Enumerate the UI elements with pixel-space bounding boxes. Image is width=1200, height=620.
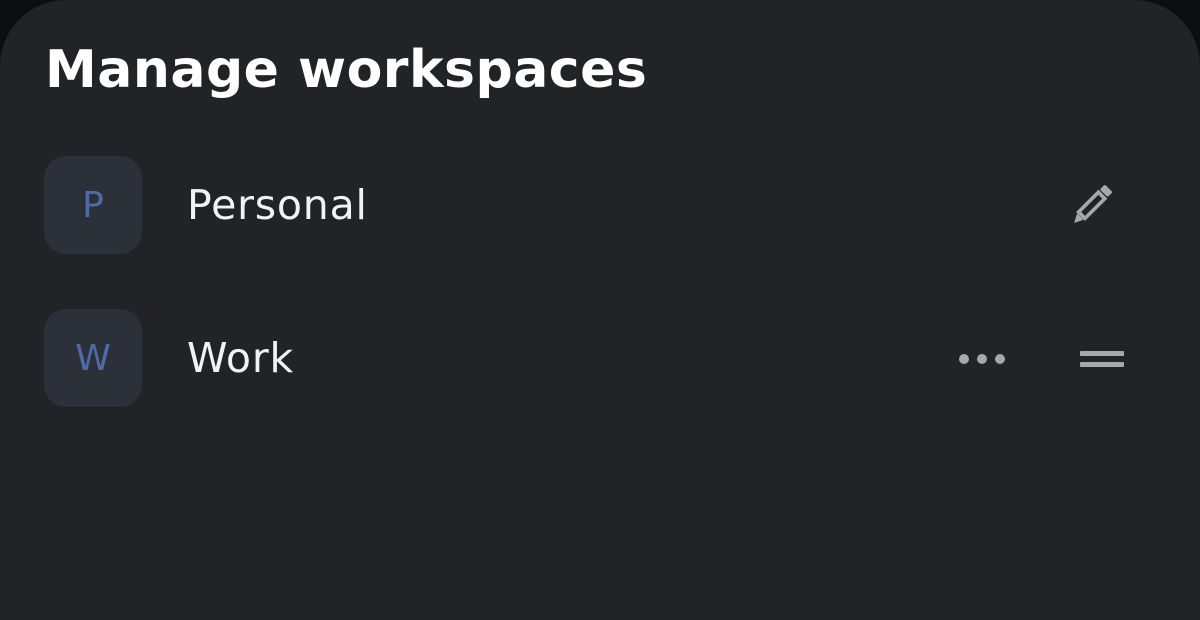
workspace-avatar: P (44, 156, 142, 254)
manage-workspaces-sheet: Manage workspaces P Personal W Work (0, 0, 1200, 620)
workspace-name: Work (187, 334, 295, 382)
workspace-avatar: W (44, 309, 142, 407)
pencil-icon (1074, 185, 1112, 223)
edit-workspace-button[interactable] (1062, 177, 1120, 235)
page-title: Manage workspaces (45, 40, 648, 100)
more-options-button[interactable] (954, 334, 1010, 384)
reorder-handle[interactable] (1074, 334, 1130, 384)
workspace-item-personal[interactable]: P Personal (0, 155, 1200, 255)
workspace-name: Personal (187, 181, 368, 229)
drag-handle-icon (1080, 351, 1124, 367)
workspace-item-work[interactable]: W Work (0, 308, 1200, 408)
more-horizontal-icon (959, 354, 1005, 364)
